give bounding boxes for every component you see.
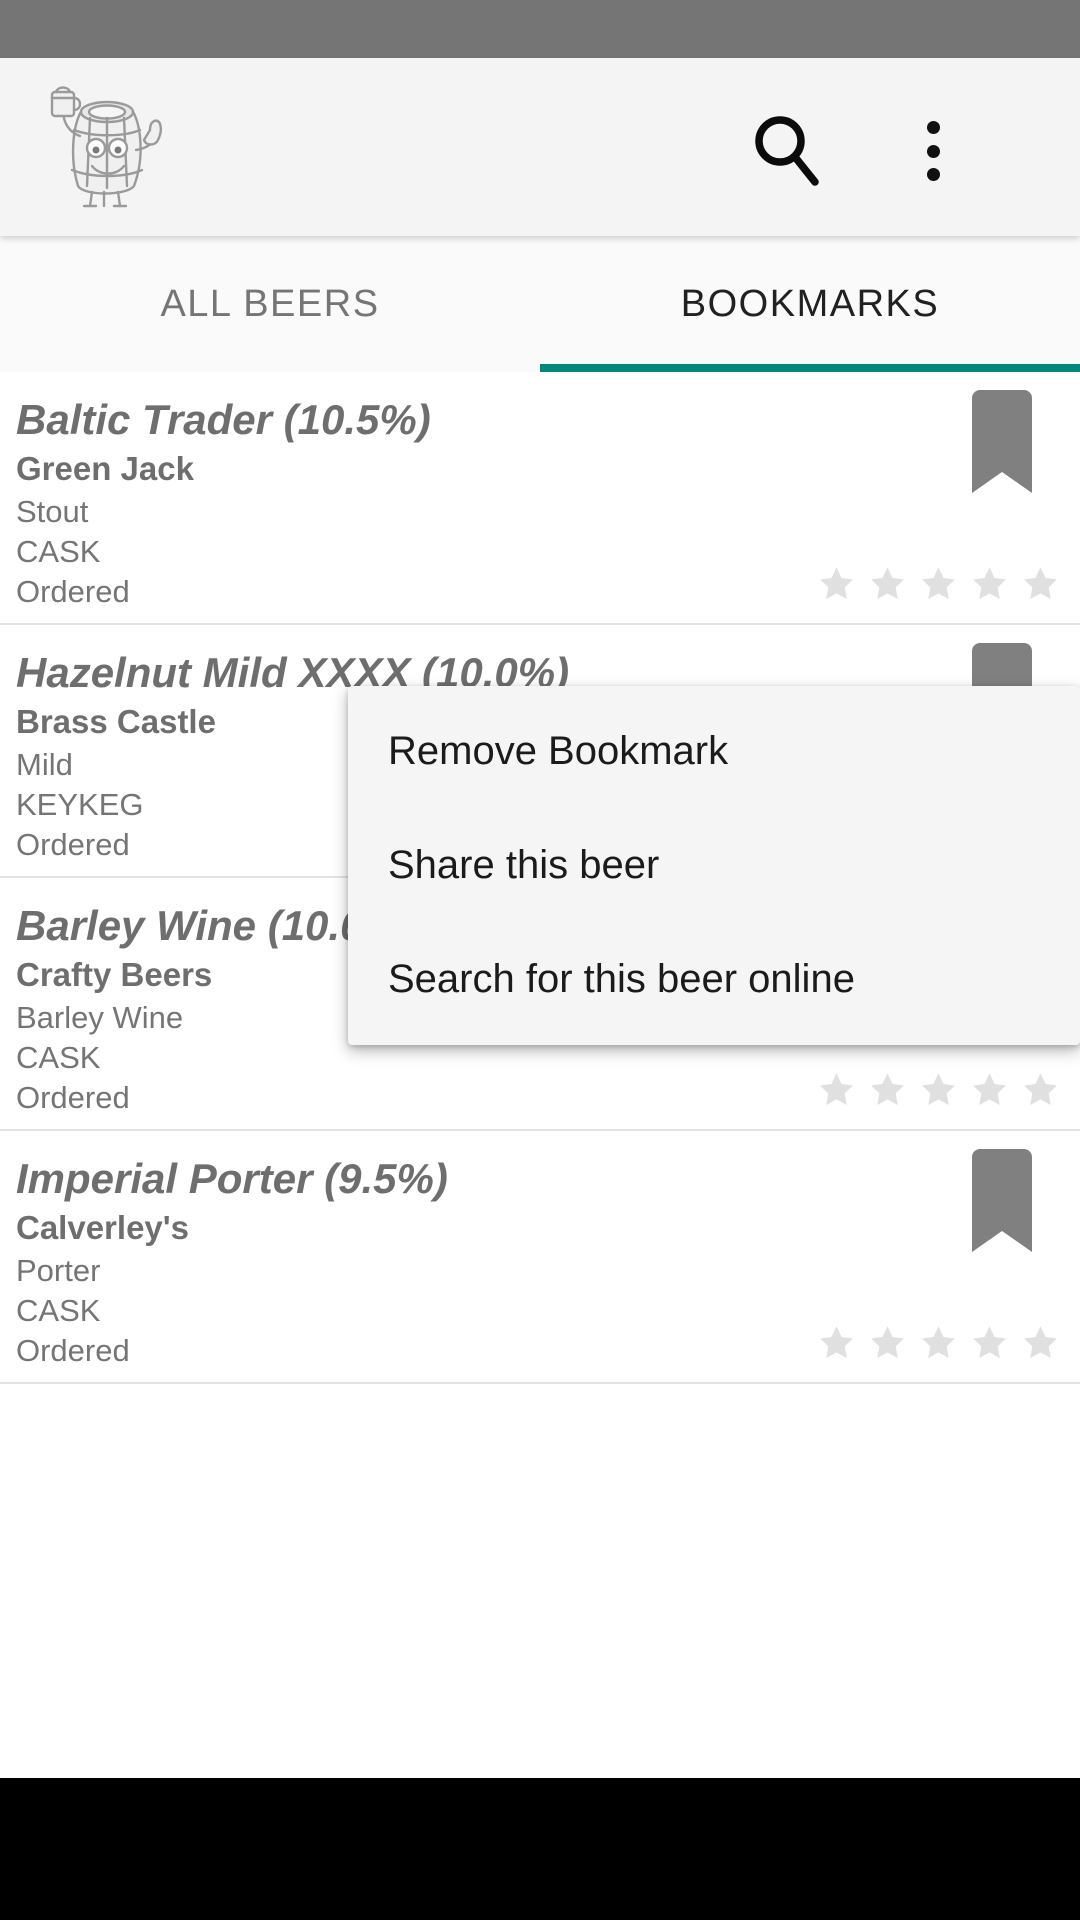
app-screen: ALL BEERS BOOKMARKS Baltic Trader (10.5%… [0, 0, 1080, 1920]
star-icon[interactable] [817, 564, 856, 603]
star-icon[interactable] [970, 564, 1009, 603]
menu-item-label: Share this beer [388, 842, 660, 887]
overflow-dot [926, 144, 940, 158]
beer-name: Imperial Porter (9.5%) [16, 1155, 448, 1202]
beer-name: Baltic Trader (10.5%) [16, 396, 431, 443]
tab-all-beers-label: ALL BEERS [160, 282, 380, 325]
star-icon[interactable] [868, 564, 907, 603]
tab-bookmarks-label: BOOKMARKS [680, 282, 940, 325]
system-navigation-bar [0, 1778, 1080, 1920]
star-icon[interactable] [919, 1323, 958, 1362]
rating-stars[interactable] [817, 564, 1060, 603]
menu-item-remove-bookmark[interactable]: Remove Bookmark [348, 694, 1080, 808]
tab-bar: ALL BEERS BOOKMARKS [0, 236, 1080, 372]
rating-stars[interactable] [817, 1070, 1060, 1109]
app-bar [0, 58, 1080, 236]
overflow-dot [926, 121, 940, 134]
menu-item-search-online[interactable]: Search for this beer online [348, 922, 1080, 1036]
context-menu: Remove Bookmark Share this beer Search f… [348, 686, 1080, 1045]
more-vertical-icon[interactable] [898, 116, 968, 186]
star-icon[interactable] [817, 1323, 856, 1362]
menu-item-label: Remove Bookmark [388, 728, 729, 773]
beer-barrel-mascot-logo-icon [38, 74, 178, 214]
menu-item-label: Search for this beer online [388, 956, 855, 1001]
star-icon[interactable] [1021, 564, 1060, 603]
search-icon[interactable] [744, 108, 830, 194]
beer-list-item[interactable]: Imperial Porter (9.5%) Calverley's Porte… [0, 1131, 1080, 1384]
tab-all-beers[interactable]: ALL BEERS [0, 236, 540, 372]
rating-stars[interactable] [817, 1323, 1060, 1362]
star-icon[interactable] [970, 1323, 1009, 1362]
bookmark-icon[interactable] [966, 1149, 1038, 1254]
star-icon[interactable] [919, 564, 958, 603]
star-icon[interactable] [868, 1070, 907, 1109]
beer-brewery: Calverley's [16, 1209, 189, 1247]
star-icon[interactable] [868, 1323, 907, 1362]
beer-style: Porter [16, 1252, 101, 1288]
bookmark-icon[interactable] [966, 390, 1038, 495]
star-icon[interactable] [817, 1070, 856, 1109]
overflow-dot [926, 168, 940, 181]
menu-item-share-beer[interactable]: Share this beer [348, 808, 1080, 922]
status-bar [0, 0, 1080, 58]
beer-style: Stout [16, 493, 89, 529]
star-icon[interactable] [1021, 1070, 1060, 1109]
beer-list-item[interactable]: Baltic Trader (10.5%) Green Jack Stout C… [0, 372, 1080, 625]
list-empty-area [0, 1622, 1080, 1778]
star-icon[interactable] [919, 1070, 958, 1109]
tab-bookmarks[interactable]: BOOKMARKS [540, 236, 1080, 372]
beer-brewery: Green Jack [16, 450, 194, 488]
star-icon[interactable] [970, 1070, 1009, 1109]
star-icon[interactable] [1021, 1323, 1060, 1362]
